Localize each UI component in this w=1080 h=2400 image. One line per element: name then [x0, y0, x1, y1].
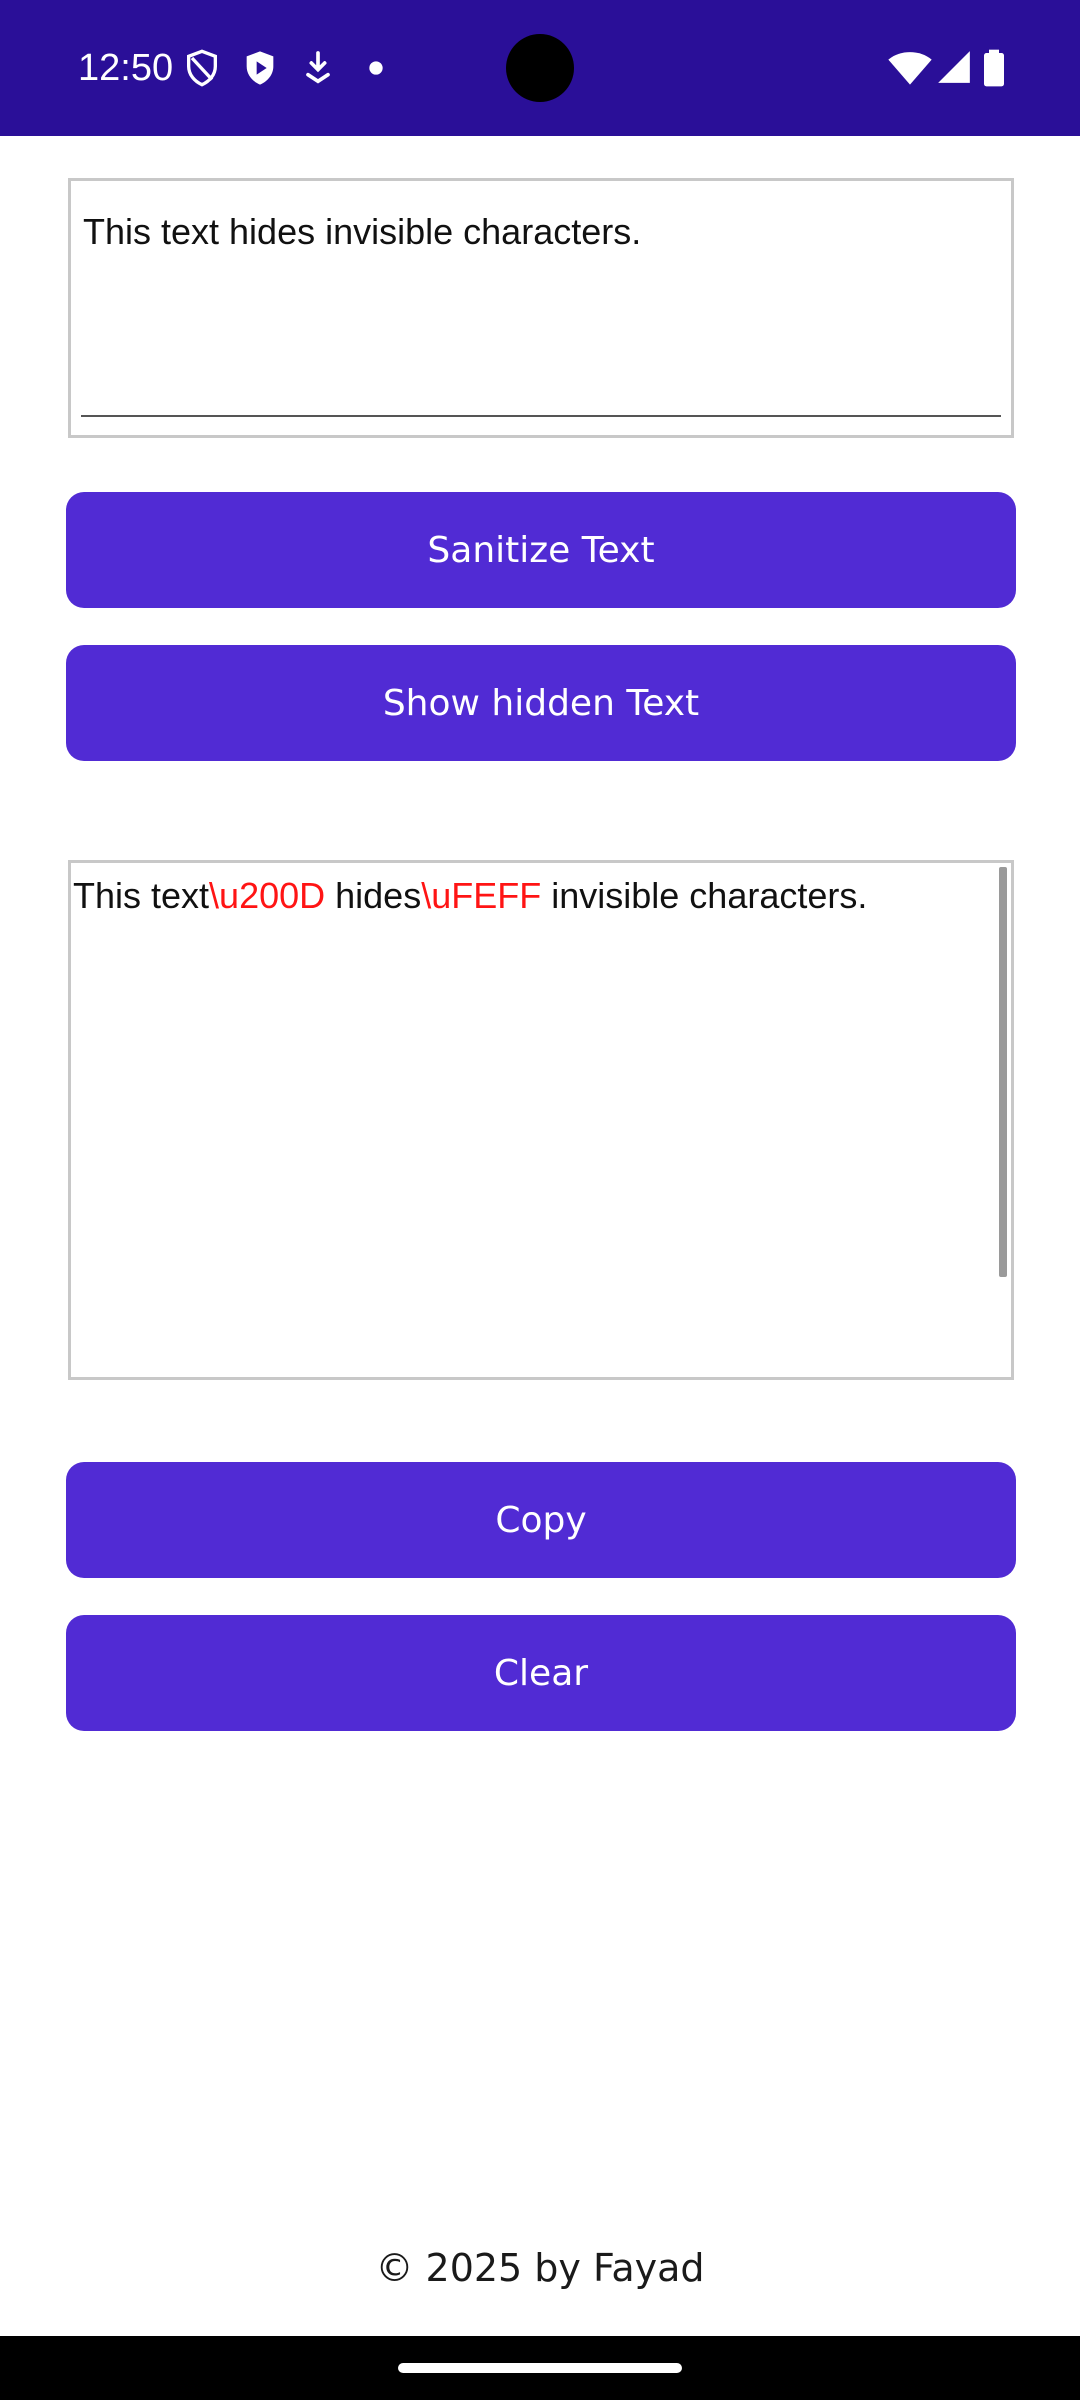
shield-outline-icon: [187, 49, 217, 87]
play-shield-icon: [246, 51, 274, 85]
navigation-bar: [0, 2336, 1080, 2400]
dot-icon: [369, 61, 383, 75]
output-segment: This text: [73, 875, 210, 916]
home-gesture-handle[interactable]: [398, 2363, 682, 2373]
input-text-area[interactable]: This text hides invisible characters.: [68, 178, 1014, 438]
status-bar: 12:50: [0, 0, 1080, 136]
footer-copyright: © 2025 by Fayad: [375, 2246, 705, 2290]
output-segment: hides: [325, 875, 422, 916]
wifi-icon: [888, 52, 932, 85]
signal-icon: [938, 51, 970, 83]
download-icon: [306, 51, 330, 84]
output-text: This text\u200D hides\uFEFF invisible ch…: [73, 875, 867, 917]
hidden-char-marker: \u200D: [209, 875, 326, 916]
show-hidden-text-button[interactable]: Show hidden Text: [66, 645, 1016, 761]
battery-icon: [984, 49, 1004, 87]
input-text: This text hides invisible characters.: [83, 211, 642, 252]
hidden-char-marker: \uFEFF: [421, 875, 542, 916]
input-underline: [81, 415, 1001, 417]
sanitize-text-button[interactable]: Sanitize Text: [66, 492, 1016, 608]
output-scrollbar[interactable]: [999, 867, 1007, 1277]
camera-cutout: [506, 34, 574, 102]
output-text-area[interactable]: This text\u200D hides\uFEFF invisible ch…: [68, 860, 1014, 1380]
clear-button[interactable]: Clear: [66, 1615, 1016, 1731]
status-time: 12:50: [78, 47, 174, 89]
copy-button[interactable]: Copy: [66, 1462, 1016, 1578]
output-segment: invisible characters.: [541, 875, 868, 916]
